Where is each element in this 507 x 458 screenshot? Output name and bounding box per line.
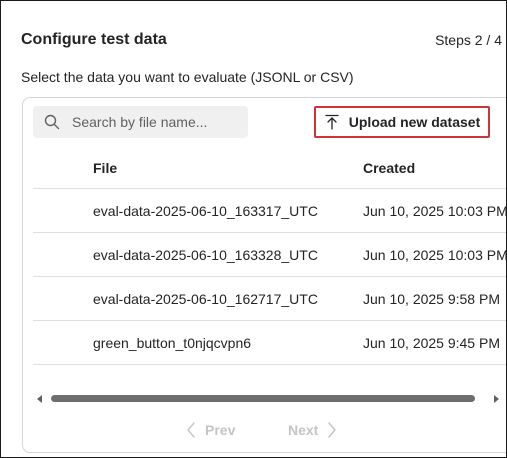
upload-new-dataset-button[interactable]: Upload new dataset [314, 106, 490, 138]
search-input[interactable] [72, 114, 232, 130]
created-cell: Jun 10, 2025 9:58 PM [363, 290, 500, 307]
file-name-cell: eval-data-2025-06-10_163317_UTC [93, 202, 318, 219]
next-page-button[interactable]: Next [288, 422, 337, 438]
column-header-created[interactable]: Created [363, 160, 415, 176]
created-cell: Jun 10, 2025 10:03 PM [363, 246, 507, 263]
column-header-file[interactable]: File [93, 160, 117, 176]
search-box[interactable] [33, 106, 248, 138]
chevron-right-icon [328, 422, 337, 438]
file-name-cell: eval-data-2025-06-10_163328_UTC [93, 246, 318, 263]
configure-test-data-dialog: Configure test data Steps 2 / 4 Select t… [0, 0, 507, 458]
chevron-left-icon [187, 422, 195, 438]
upload-icon [324, 114, 340, 130]
scroll-right-arrow-icon[interactable] [494, 395, 499, 403]
next-label: Next [288, 422, 319, 438]
dataset-table: File Created eval-data-2025-06-10_163317… [33, 148, 507, 365]
table-row[interactable]: eval-data-2025-06-10_163317_UTC Jun 10, … [33, 189, 507, 233]
horizontal-scrollbar[interactable] [33, 393, 503, 405]
dialog-title: Configure test data [21, 31, 167, 48]
table-row[interactable]: green_button_t0njqcvpn6 Jun 10, 2025 9:4… [33, 321, 506, 365]
dataset-panel: Upload new dataset File Created eval-dat… [22, 97, 507, 453]
created-cell: Jun 10, 2025 10:03 PM [363, 202, 507, 219]
prev-label: Prev [205, 422, 236, 438]
created-cell: Jun 10, 2025 9:45 PM [363, 334, 500, 351]
steps-indicator: Steps 2 / 4 [435, 32, 502, 48]
table-header-row: File Created [33, 148, 506, 189]
file-name-cell: green_button_t0njqcvpn6 [93, 334, 252, 351]
dialog-subtitle: Select the data you want to evaluate (JS… [21, 69, 354, 85]
table-row[interactable]: eval-data-2025-06-10_163328_UTC Jun 10, … [33, 233, 507, 277]
scrollbar-thumb[interactable] [51, 395, 475, 402]
upload-button-label: Upload new dataset [348, 114, 481, 130]
file-name-cell: eval-data-2025-06-10_162717_UTC [93, 290, 318, 307]
scroll-left-arrow-icon[interactable] [37, 395, 42, 403]
pagination: Prev Next [23, 422, 506, 446]
table-row[interactable]: eval-data-2025-06-10_162717_UTC Jun 10, … [33, 277, 506, 321]
search-icon [44, 114, 60, 130]
prev-page-button[interactable]: Prev [186, 422, 235, 438]
